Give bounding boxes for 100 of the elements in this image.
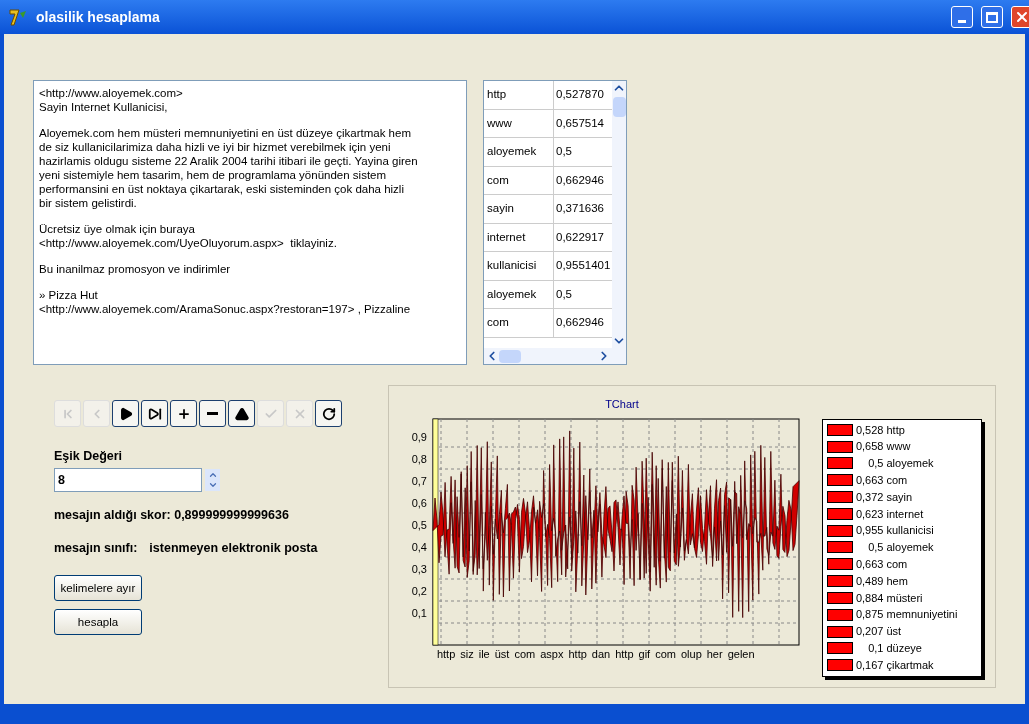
y-axis-label: 0,5 xyxy=(410,517,428,533)
message-line: hazirlamis oldugu sisteme 22 Aralik 2004 tarihi itibari ile geçti. Yayina giren xyxy=(39,154,419,168)
y-axis-label: 0,6 xyxy=(410,495,428,511)
message-line: Ücretsiz üye olmak için buraya xyxy=(39,222,196,236)
grid-cell: aloyemek xyxy=(484,280,554,308)
vertical-scrollbar[interactable] xyxy=(612,81,626,364)
y-axis-label: 0,9 xyxy=(410,429,428,445)
y-axis-label: 0,4 xyxy=(410,539,428,555)
message-line: Sayin Internet Kullanicisi, xyxy=(39,100,169,114)
navigator-button[interactable] xyxy=(112,400,139,427)
minus-icon xyxy=(207,412,218,415)
class-label: mesajın sınıfı: xyxy=(54,539,138,557)
navigator-button[interactable] xyxy=(199,400,226,427)
navigator-button[interactable] xyxy=(315,400,342,427)
grid-cell-text: 0,9551401 xyxy=(555,258,612,274)
legend-entry: 0,207 üst xyxy=(855,624,902,640)
class-value: istenmeyen elektronik posta xyxy=(149,539,318,557)
navigator-button[interactable] xyxy=(170,400,197,427)
y-axis-label: 0,7 xyxy=(410,473,428,489)
x-axis-label: aspx xyxy=(540,646,564,662)
app-icon xyxy=(8,7,28,27)
grid-cell-text: 0,662946 xyxy=(555,172,605,188)
y-axis-label: 0,1 xyxy=(410,605,428,621)
x-axis-label: ile xyxy=(478,646,490,662)
spin-buttons[interactable] xyxy=(205,468,220,491)
y-axis-label: 0,2 xyxy=(410,583,428,599)
x-axis-label: http xyxy=(436,646,456,662)
grid-cell: com xyxy=(484,309,554,337)
window-title: olasilik hesaplama xyxy=(36,7,161,27)
grid-cell-text: 0,657514 xyxy=(555,115,605,131)
message-line: bir sistem gelistirdi. xyxy=(39,196,138,210)
minimize-button[interactable] xyxy=(951,6,973,28)
y-axis-label: 0,3 xyxy=(410,561,428,577)
x-axis-label: her xyxy=(706,646,723,662)
x-axis-label: http xyxy=(615,646,634,662)
scroll-thumb[interactable] xyxy=(612,97,626,117)
navigator-button[interactable] xyxy=(141,400,168,427)
legend-entry: 0,663 com xyxy=(855,557,908,572)
grid-cell: sayin xyxy=(484,195,554,223)
legend-entry: 0,489 hem xyxy=(855,573,908,589)
close-button[interactable] xyxy=(1011,6,1029,28)
x-axis-label: gif xyxy=(638,646,651,662)
message-line: Bu inanilmaz promosyon ve indirimler xyxy=(39,262,232,276)
grid-cell: www xyxy=(484,109,554,137)
legend-entry: 0,658 www xyxy=(855,439,911,455)
message-line: » Pizza Hut xyxy=(39,288,99,302)
action-button[interactable]: kelimelere ayır xyxy=(54,575,142,602)
message-line: yeni sistemiyle hem tasarim, hem de programlama yönünden sistem xyxy=(39,168,388,182)
x-axis-label: siz xyxy=(460,646,474,662)
legend-entry: 0,5 aloyemek xyxy=(867,540,934,556)
legend-entry: 0,5 aloyemek xyxy=(867,456,934,472)
message-line: <http://www.aloyemek.com/AramaSonuc.aspx?restoran=197> , Pizzaline xyxy=(39,302,412,316)
chart-title: TChart xyxy=(605,397,639,412)
grid-cell-text: 0,371636 xyxy=(555,201,605,217)
x-axis-label: com xyxy=(655,646,676,662)
x-axis-label: http xyxy=(568,646,587,662)
legend-entry: 0,884 müsteri xyxy=(855,590,923,606)
threshold-field[interactable]: 8 xyxy=(54,467,202,492)
x-axis-label: dan xyxy=(591,646,611,662)
legend-entry: 0,955 kullanicisi xyxy=(855,523,934,539)
grid-cell-text: 0,5 xyxy=(555,286,573,302)
legend-entry: 0,875 memnuniyetini xyxy=(855,607,958,623)
message-line: <http://www.aloyemek.com> xyxy=(39,86,184,100)
legend-entry: 0,663 com xyxy=(855,472,908,488)
close-icon xyxy=(1014,9,1029,25)
action-button[interactable]: hesapla xyxy=(54,609,142,636)
score-text: mesajın aldığı skor: 0,899999999999636 xyxy=(54,506,290,524)
x-axis-label: gelen xyxy=(727,646,755,662)
message-line: Aloyemek.com hem müsteri memnuniyetini en üst düzeye çikartmak hem xyxy=(39,126,412,140)
message-text-area[interactable] xyxy=(33,80,467,365)
grid-cell: com xyxy=(484,166,554,194)
legend-entry: 0,372 sayin xyxy=(855,489,913,505)
legend-entry: 0,528 http xyxy=(855,422,905,438)
x-axis-label: üst xyxy=(494,646,510,662)
grid-cell-text: 0,527870 xyxy=(555,87,605,103)
scroll-thumb[interactable] xyxy=(499,349,521,363)
refresh-icon xyxy=(321,406,336,421)
threshold-label: Eşik Değeri xyxy=(54,448,124,465)
maximize-button[interactable] xyxy=(981,6,1003,28)
x-axis-label: olup xyxy=(680,646,702,662)
word-grid[interactable]: http 0,527870 www 0,657514 aloyemek 0,5 com 0,662946 sayin 0,371636 internet 0,622917 kullanicisi 0,9551401 aloyemek 0,5 com 0,662946 xyxy=(483,80,627,365)
grid-cell-text: 0,622917 xyxy=(555,229,605,245)
grid-cell-text: 0,5 xyxy=(555,144,573,160)
legend-entry: 0,623 internet xyxy=(855,506,924,522)
message-line: performansini en üst noktaya çikartarak, eski sisteminden çok daha hizli xyxy=(39,182,405,196)
navigator-button[interactable] xyxy=(228,400,255,427)
grid-cell-text: 0,662946 xyxy=(555,315,605,331)
legend-entry: 0,1 düzeye xyxy=(867,641,922,657)
grid-cell: http xyxy=(484,81,554,109)
legend-entry: 0,167 çikartmak xyxy=(855,657,934,673)
horizontal-scrollbar[interactable] xyxy=(484,348,612,364)
message-line: de siz kullanicilarimiza daha hizli ve iyi bir hizmet verebilmek için yeni xyxy=(39,140,392,154)
grid-cell: internet xyxy=(484,223,554,251)
y-axis-label: 0,8 xyxy=(410,451,428,467)
skip-forward-icon xyxy=(147,406,162,421)
grid-cell: kullanicisi xyxy=(484,252,554,280)
plus-icon xyxy=(176,406,191,421)
triangle-icon xyxy=(234,406,249,421)
x-axis-label: com xyxy=(514,646,536,662)
grid-cell: aloyemek xyxy=(484,138,554,166)
